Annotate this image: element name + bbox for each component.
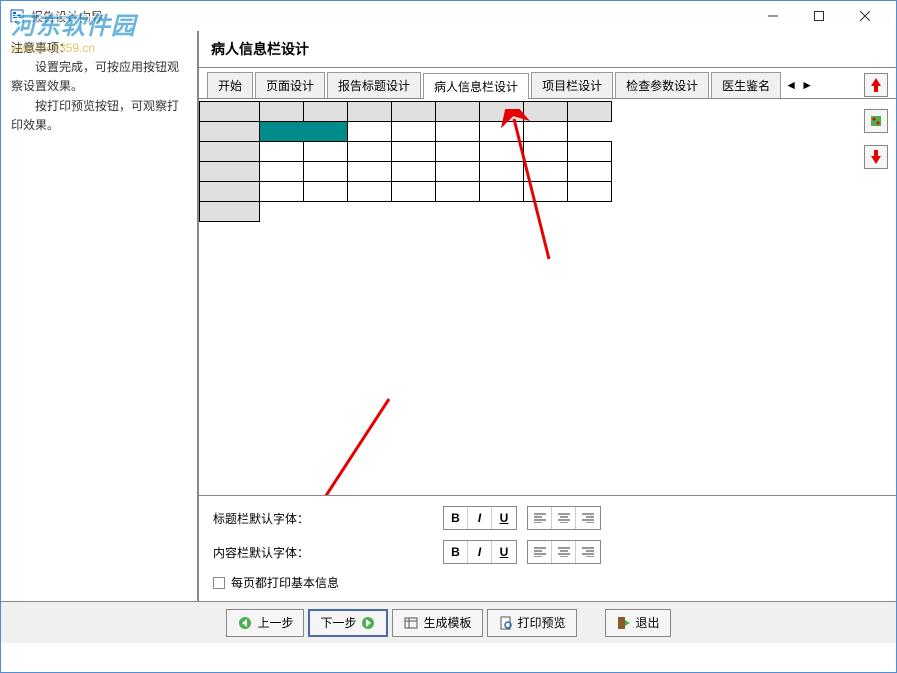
tab-report-title[interactable]: 报告标题设计 (327, 72, 421, 98)
sidebar-text-3: 按打印预览按钮，可观察打印效果。 (11, 97, 187, 135)
bold-button-content[interactable]: B (444, 541, 468, 563)
sidebar-help: 注意事项： 设置完成，可按应用按钮观察设置效果。 按打印预览按钮，可观察打印效果… (1, 31, 197, 601)
tab-project[interactable]: 项目栏设计 (531, 72, 613, 98)
align-right-button-content[interactable] (576, 541, 600, 563)
title-font-label: 标题栏默认字体： (213, 510, 333, 527)
italic-button-content[interactable]: I (468, 541, 492, 563)
arrow-right-icon (360, 615, 376, 631)
italic-button-title[interactable]: I (468, 507, 492, 529)
align-left-button-content[interactable] (528, 541, 552, 563)
refresh-button[interactable] (864, 109, 888, 133)
minimize-button[interactable] (750, 1, 796, 31)
tab-check-params[interactable]: 检查参数设计 (615, 72, 709, 98)
bold-button-title[interactable]: B (444, 507, 468, 529)
section-title: 病人信息栏设计 (199, 31, 896, 68)
move-up-button[interactable] (864, 73, 888, 97)
font-settings-panel: 标题栏默认字体： B I U 内容栏默认字体： B (199, 495, 896, 601)
tab-start[interactable]: 开始 (207, 72, 253, 98)
align-right-button-title[interactable] (576, 507, 600, 529)
underline-button-content[interactable]: U (492, 541, 516, 563)
tabs-row: 开始 页面设计 报告标题设计 病人信息栏设计 项目栏设计 检查参数设计 医生鉴名… (199, 68, 896, 99)
app-icon (9, 8, 25, 24)
window-title: 报告设计向导 (31, 8, 750, 25)
tab-patient-info[interactable]: 病人信息栏设计 (423, 73, 529, 99)
highlighted-cell[interactable] (260, 122, 348, 142)
tab-doctor-sign[interactable]: 医生鉴名 (711, 72, 781, 98)
content-font-label: 内容栏默认字体： (213, 544, 333, 561)
tab-page-design[interactable]: 页面设计 (255, 72, 325, 98)
align-center-button-content[interactable] (552, 541, 576, 563)
align-center-button-title[interactable] (552, 507, 576, 529)
close-button[interactable] (842, 1, 888, 31)
template-icon (403, 615, 419, 631)
print-every-page-label: 每页都打印基本信息 (231, 574, 339, 591)
generate-template-button[interactable]: 生成模板 (392, 609, 482, 637)
sidebar-text-2: 设置完成，可按应用按钮观察设置效果。 (11, 58, 187, 96)
move-down-button[interactable] (864, 145, 888, 169)
sidebar-text-1: 注意事项： (11, 39, 187, 58)
print-every-page-checkbox[interactable] (213, 577, 225, 589)
design-grid[interactable] (199, 101, 612, 222)
annotation-arrow-2 (299, 389, 399, 495)
next-button[interactable]: 下一步 (308, 609, 388, 637)
preview-icon (498, 615, 514, 631)
align-left-button-title[interactable] (528, 507, 552, 529)
exit-button[interactable]: 退出 (605, 609, 671, 637)
exit-icon (616, 615, 632, 631)
maximize-button[interactable] (796, 1, 842, 31)
bottom-toolbar: 上一步 下一步 生成模板 打印预览 退出 (1, 601, 896, 643)
prev-button[interactable]: 上一步 (226, 609, 304, 637)
print-preview-button[interactable]: 打印预览 (487, 609, 577, 637)
titlebar: 报告设计向导 (1, 1, 896, 31)
design-canvas[interactable] (199, 99, 896, 495)
tab-scroll-left-icon[interactable]: ◄ (783, 77, 799, 93)
arrow-left-icon (237, 615, 253, 631)
underline-button-title[interactable]: U (492, 507, 516, 529)
tab-scroll-right-icon[interactable]: ► (799, 77, 815, 93)
